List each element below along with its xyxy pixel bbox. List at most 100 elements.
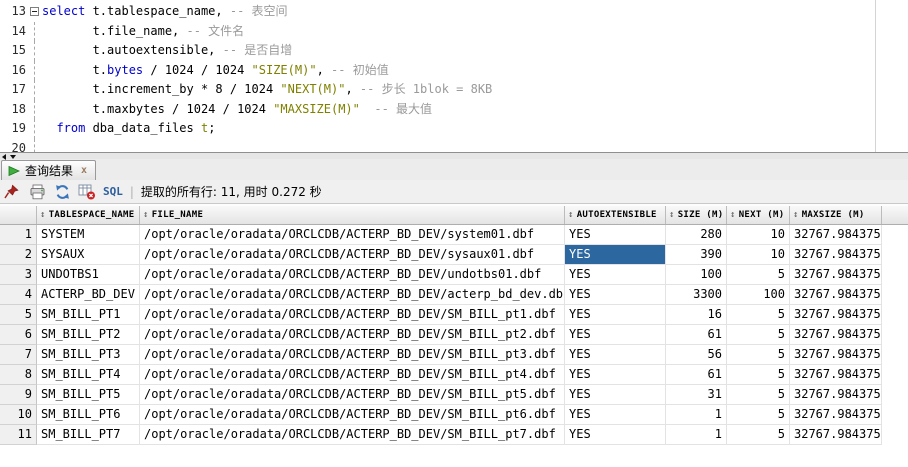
column-header-maxsize-m-[interactable]: ↕MAXSIZE (M) — [790, 206, 882, 224]
row-number-cell[interactable]: 10 — [0, 405, 37, 425]
row-number-cell[interactable]: 9 — [0, 385, 37, 405]
grid-cell[interactable]: 32767.984375 — [790, 265, 882, 285]
grid-cell[interactable]: /opt/oracle/oradata/ORCLCDB/ACTERP_BD_DE… — [140, 305, 565, 325]
sql-button[interactable]: SQL — [103, 185, 123, 198]
row-number-cell[interactable]: 8 — [0, 365, 37, 385]
grid-corner-header[interactable] — [0, 206, 37, 224]
grid-cell[interactable]: SM_BILL_PT3 — [37, 345, 140, 365]
tab-close-icon[interactable]: x — [81, 165, 87, 176]
grid-cell[interactable]: 61 — [666, 365, 727, 385]
grid-cell[interactable]: SM_BILL_PT7 — [37, 425, 140, 445]
row-number-cell[interactable]: 3 — [0, 265, 37, 285]
row-number-cell[interactable]: 1 — [0, 225, 37, 245]
grid-cell[interactable]: SYSTEM — [37, 225, 140, 245]
grid-cell[interactable]: YES — [565, 325, 666, 345]
grid-cell[interactable]: /opt/oracle/oradata/ORCLCDB/ACTERP_BD_DE… — [140, 365, 565, 385]
code-line[interactable]: 17 t.increment_by * 8 / 1024 "NEXT(M)", … — [0, 80, 908, 100]
pin-icon[interactable] — [3, 184, 21, 200]
grid-cell[interactable]: SYSAUX — [37, 245, 140, 265]
code-line[interactable]: 18 t.maxbytes / 1024 / 1024 "MAXSIZE(M)"… — [0, 100, 908, 120]
splitter-collapse-down-icon[interactable] — [10, 155, 16, 159]
grid-cell[interactable]: YES — [565, 225, 666, 245]
grid-cell[interactable]: 5 — [727, 325, 790, 345]
grid-cell[interactable]: 100 — [727, 285, 790, 305]
grid-cell[interactable]: 56 — [666, 345, 727, 365]
grid-cell[interactable]: SM_BILL_PT1 — [37, 305, 140, 325]
grid-cell[interactable]: 3300 — [666, 285, 727, 305]
grid-cell[interactable]: 32767.984375 — [790, 305, 882, 325]
grid-cell[interactable]: /opt/oracle/oradata/ORCLCDB/ACTERP_BD_DE… — [140, 385, 565, 405]
grid-cell[interactable]: 280 — [666, 225, 727, 245]
splitter-collapse-left-icon[interactable] — [2, 154, 6, 160]
grid-cell[interactable]: YES — [565, 385, 666, 405]
grid-cell[interactable]: 5 — [727, 345, 790, 365]
grid-cell[interactable]: SM_BILL_PT5 — [37, 385, 140, 405]
grid-cell[interactable]: /opt/oracle/oradata/ORCLCDB/ACTERP_BD_DE… — [140, 285, 565, 305]
code-line[interactable]: 16 t.bytes / 1024 / 1024 "SIZE(M)", -- 初… — [0, 61, 908, 81]
sql-editor[interactable]: 13select t.tablespace_name, -- 表空间14 t.f… — [0, 0, 908, 152]
grid-cell[interactable]: 1 — [666, 405, 727, 425]
row-number-cell[interactable]: 4 — [0, 285, 37, 305]
print-icon[interactable] — [28, 184, 46, 200]
grid-cell[interactable]: YES — [565, 345, 666, 365]
grid-cell[interactable]: 32767.984375 — [790, 225, 882, 245]
grid-cell[interactable]: 32767.984375 — [790, 365, 882, 385]
grid-cell[interactable]: 5 — [727, 405, 790, 425]
grid-cell[interactable]: /opt/oracle/oradata/ORCLCDB/ACTERP_BD_DE… — [140, 265, 565, 285]
column-header-autoextensible[interactable]: ↕AUTOEXTENSIBLE — [565, 206, 666, 224]
grid-cell[interactable]: 10 — [727, 245, 790, 265]
grid-cell[interactable]: 32767.984375 — [790, 325, 882, 345]
grid-cell[interactable]: YES — [565, 285, 666, 305]
code-line[interactable]: 15 t.autoextensible, -- 是否自增 — [0, 41, 908, 61]
fold-collapse-icon[interactable] — [26, 2, 42, 22]
column-header-file-name[interactable]: ↕FILE_NAME — [140, 206, 565, 224]
row-number-cell[interactable]: 6 — [0, 325, 37, 345]
grid-cell[interactable]: ACTERP_BD_DEV — [37, 285, 140, 305]
row-number-cell[interactable]: 7 — [0, 345, 37, 365]
grid-cell[interactable]: /opt/oracle/oradata/ORCLCDB/ACTERP_BD_DE… — [140, 345, 565, 365]
grid-cell[interactable]: YES — [565, 245, 666, 265]
grid-cell[interactable]: /opt/oracle/oradata/ORCLCDB/ACTERP_BD_DE… — [140, 325, 565, 345]
grid-cell[interactable]: YES — [565, 425, 666, 445]
code-line[interactable]: 14 t.file_name, -- 文件名 — [0, 22, 908, 42]
grid-cell[interactable]: 5 — [727, 265, 790, 285]
column-header-tablespace-name[interactable]: ↕TABLESPACE_NAME — [37, 206, 140, 224]
grid-cell[interactable]: 100 — [666, 265, 727, 285]
grid-cell[interactable]: 32767.984375 — [790, 345, 882, 365]
grid-cell[interactable]: 10 — [727, 225, 790, 245]
refresh-icon[interactable] — [53, 184, 71, 200]
column-header-size-m-[interactable]: ↕SIZE (M) — [666, 206, 727, 224]
grid-cell[interactable]: 32767.984375 — [790, 385, 882, 405]
grid-cell[interactable]: 32767.984375 — [790, 285, 882, 305]
grid-cell[interactable]: YES — [565, 305, 666, 325]
pane-splitter[interactable] — [0, 152, 908, 159]
code-line[interactable]: 20 — [0, 139, 908, 153]
row-number-cell[interactable]: 2 — [0, 245, 37, 265]
grid-cell[interactable]: 32767.984375 — [790, 425, 882, 445]
grid-cell[interactable]: /opt/oracle/oradata/ORCLCDB/ACTERP_BD_DE… — [140, 225, 565, 245]
grid-cell[interactable]: SM_BILL_PT6 — [37, 405, 140, 425]
grid-cell[interactable]: YES — [565, 365, 666, 385]
code-line[interactable]: 19 from dba_data_files t; — [0, 119, 908, 139]
grid-cell[interactable]: 16 — [666, 305, 727, 325]
grid-cell[interactable]: 32767.984375 — [790, 245, 882, 265]
code-line[interactable]: 13select t.tablespace_name, -- 表空间 — [0, 2, 908, 22]
grid-cell[interactable]: 5 — [727, 385, 790, 405]
grid-cell[interactable]: /opt/oracle/oradata/ORCLCDB/ACTERP_BD_DE… — [140, 245, 565, 265]
grid-cell[interactable]: SM_BILL_PT2 — [37, 325, 140, 345]
grid-cell[interactable]: SM_BILL_PT4 — [37, 365, 140, 385]
row-number-cell[interactable]: 5 — [0, 305, 37, 325]
grid-cell[interactable]: 5 — [727, 425, 790, 445]
grid-cell[interactable]: 32767.984375 — [790, 405, 882, 425]
grid-cell[interactable]: /opt/oracle/oradata/ORCLCDB/ACTERP_BD_DE… — [140, 425, 565, 445]
tab-query-result[interactable]: 查询结果 x — [1, 160, 96, 180]
grid-cell[interactable]: 390 — [666, 245, 727, 265]
grid-cell[interactable]: 31 — [666, 385, 727, 405]
grid-cell[interactable]: 5 — [727, 305, 790, 325]
grid-cell[interactable]: UNDOTBS1 — [37, 265, 140, 285]
column-header-next-m-[interactable]: ↕NEXT (M) — [727, 206, 790, 224]
row-number-cell[interactable]: 11 — [0, 425, 37, 445]
grid-cell[interactable]: /opt/oracle/oradata/ORCLCDB/ACTERP_BD_DE… — [140, 405, 565, 425]
grid-cell[interactable]: YES — [565, 265, 666, 285]
delete-grid-icon[interactable] — [78, 184, 96, 200]
